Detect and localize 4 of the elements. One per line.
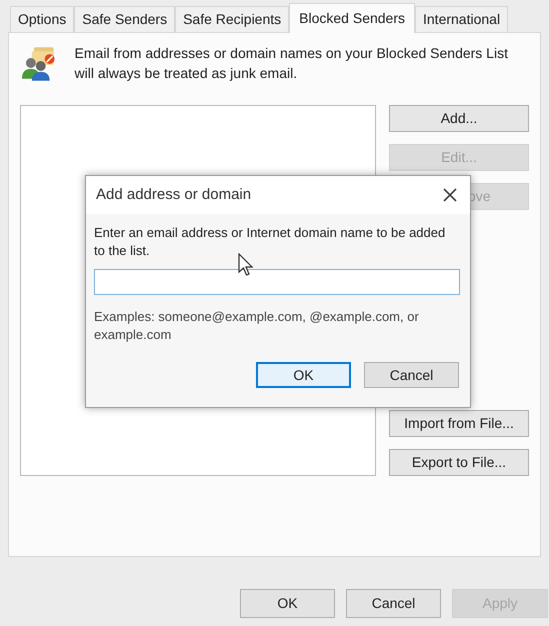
prompt-text: Enter an email address or Internet domain name to be added to the list. — [94, 224, 446, 260]
dialog-title: Add address or domain — [96, 184, 252, 205]
description-text: Email from addresses or domain names on your Blocked Senders List will always be treated as junk email. — [74, 44, 509, 83]
examples-text: Examples: someone@example.com, @example.com, or example.com — [94, 308, 420, 344]
